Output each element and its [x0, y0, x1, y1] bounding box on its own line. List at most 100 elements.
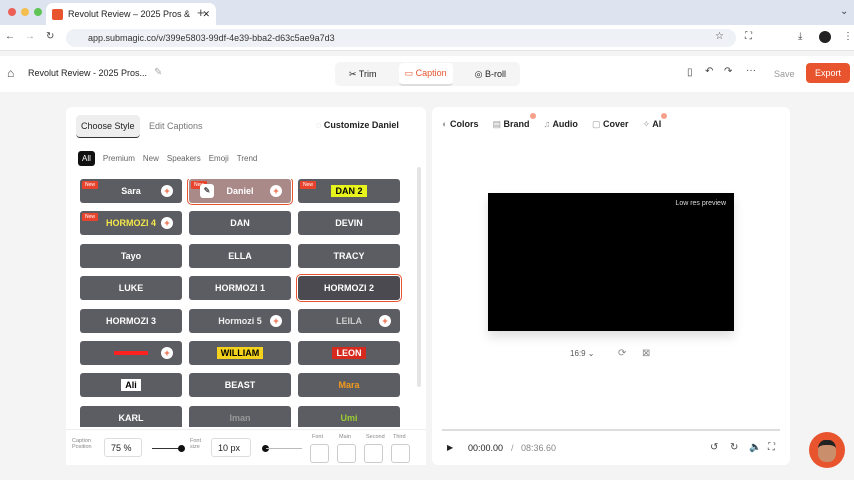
style-card[interactable]: New ✎ Daniel + — [187, 179, 293, 205]
style-card[interactable]: ELLA — [189, 243, 291, 268]
tab-edit-captions[interactable]: Edit Captions — [144, 115, 208, 137]
style-name: Sara — [121, 186, 141, 196]
filter-all[interactable]: All — [78, 151, 95, 166]
style-card[interactable]: LEON — [298, 341, 400, 365]
forward-skip-icon[interactable]: ↻ — [730, 442, 738, 453]
style-card[interactable]: HORMOZI 3 — [80, 308, 182, 333]
style-card[interactable]: BEAST — [189, 373, 291, 398]
tab-ai[interactable]: ✧ AI — [642, 113, 668, 130]
style-card[interactable]: LEILA + — [298, 308, 400, 333]
tab-list-icon[interactable]: ⌄ — [840, 6, 848, 17]
edit-title-icon[interactable]: ✎ — [154, 67, 162, 78]
toggle-icon: ◌ — [316, 120, 322, 130]
style-card[interactable]: DEVIN — [298, 211, 400, 236]
style-name: Mara — [338, 380, 360, 391]
color-swatch[interactable] — [310, 444, 329, 463]
current-time: 00:00.00 — [468, 443, 504, 453]
browser-tab-bar: Revolut Review – 2025 Pros & ✕ + ⌄ — [0, 0, 854, 25]
style-card[interactable]: New DAN 2 — [298, 179, 400, 203]
fullscreen-icon[interactable]: ⛶ — [768, 442, 775, 453]
reload-icon[interactable]: ↻ — [46, 31, 54, 42]
style-card[interactable]: New Sara + — [80, 179, 182, 203]
browser-tab[interactable]: Revolut Review – 2025 Pros & ✕ — [46, 3, 216, 25]
style-card[interactable]: HORMOZI 2 — [296, 274, 402, 303]
redo-icon[interactable]: ↷ — [724, 66, 732, 77]
filter-speakers[interactable]: Speakers — [167, 154, 201, 163]
style-card[interactable]: WILLIAM — [189, 341, 291, 365]
edit-icon[interactable]: ✎ — [200, 184, 214, 198]
style-name: LUKE — [118, 283, 144, 294]
style-card[interactable]: New HORMOZI 4 + — [80, 211, 182, 236]
caption-position-input[interactable]: 75 % — [104, 438, 142, 457]
aspect-ratio-select[interactable]: 16:9 ⌄ — [570, 349, 595, 358]
color-swatch[interactable] — [337, 444, 356, 463]
style-name: Hormozi 5 — [218, 315, 262, 326]
download-icon[interactable]: ⤓ — [798, 31, 802, 42]
style-name: HORMOZI 2 — [323, 283, 374, 294]
forward-icon[interactable]: → — [25, 31, 35, 42]
style-card[interactable]: KARL — [80, 405, 182, 427]
font-size-input[interactable]: 10 px — [211, 438, 251, 457]
color-swatch[interactable] — [391, 444, 410, 463]
rotate-icon[interactable]: ⟳ — [618, 348, 626, 359]
style-card[interactable]: Mara — [298, 373, 400, 398]
style-name: Umi — [340, 412, 358, 423]
slider-handle[interactable] — [178, 445, 185, 452]
tab-brand[interactable]: ▤ Brand — [492, 113, 536, 130]
notification-dot — [529, 113, 536, 119]
tab-broll[interactable]: ◎ B-roll — [469, 64, 512, 85]
url-input[interactable]: app.submagic.co/v/399e5803-99df-4e39-bba… — [66, 29, 736, 47]
font-size-slider[interactable] — [266, 448, 302, 449]
home-icon[interactable]: ⌂ — [7, 66, 14, 80]
save-button[interactable]: Save — [774, 69, 795, 79]
style-name: ELLA — [228, 250, 252, 261]
style-card[interactable]: Tayo — [80, 243, 182, 268]
scrollbar[interactable] — [417, 167, 421, 387]
style-card[interactable]: DAN — [189, 211, 291, 236]
style-card[interactable]: Umi — [298, 405, 400, 427]
tab-choose-style[interactable]: Choose Style — [76, 115, 140, 138]
style-name: Tayo — [120, 250, 142, 261]
profile-avatar[interactable] — [819, 31, 831, 43]
caption-position-slider[interactable] — [152, 448, 180, 449]
video-preview[interactable]: Low res preview — [488, 193, 734, 331]
volume-icon[interactable]: 🔈 — [749, 442, 761, 453]
filter-new[interactable]: New — [143, 154, 159, 163]
book-icon[interactable]: ▯ — [687, 67, 693, 78]
timeline-scrubber[interactable] — [442, 429, 780, 431]
customize-button[interactable]: ◌ Customize Daniel — [316, 120, 399, 130]
style-card[interactable]: Iman — [189, 405, 291, 427]
tab-colors[interactable]: ◐ Colors — [442, 119, 478, 130]
tab-audio[interactable]: ♫ Audio — [544, 119, 578, 130]
new-tab-button[interactable]: + — [197, 5, 205, 20]
extension-icon[interactable]: ⛶ — [745, 31, 752, 42]
filter-emoji[interactable]: Emoji — [209, 154, 229, 163]
back-icon[interactable]: ← — [5, 31, 15, 42]
bookmark-star-icon[interactable]: ☆ — [715, 31, 724, 42]
color-swatch[interactable] — [364, 444, 383, 463]
style-card[interactable]: Hormozi 5 + — [189, 308, 291, 333]
menu-icon[interactable]: ⋮ — [843, 31, 853, 42]
undo-icon[interactable]: ↶ — [705, 66, 713, 77]
style-name: DEVIN — [335, 218, 363, 229]
rewind-icon[interactable]: ↺ — [710, 442, 718, 453]
style-card[interactable]: LUKE — [80, 276, 182, 301]
minimize-window-button[interactable] — [21, 8, 29, 16]
tab-cover[interactable]: ▢ Cover — [592, 119, 629, 130]
export-button[interactable]: Export — [806, 63, 850, 83]
tab-trim[interactable]: ✂ Trim — [343, 64, 383, 85]
more-icon[interactable]: ··· — [746, 65, 756, 76]
swatch-label: Second — [366, 434, 385, 440]
style-card[interactable]: TRACY — [298, 243, 400, 268]
filter-trend[interactable]: Trend — [237, 154, 258, 163]
style-card[interactable]: Ali — [80, 373, 182, 398]
maximize-window-button[interactable] — [34, 8, 42, 16]
crop-icon[interactable]: ⊠ — [642, 348, 650, 359]
close-window-button[interactable] — [8, 8, 16, 16]
tab-caption[interactable]: ▭ Caption — [398, 62, 453, 86]
project-title[interactable]: Revolut Review - 2025 Pros... — [28, 68, 147, 78]
filter-premium[interactable]: Premium — [103, 154, 135, 163]
play-button[interactable]: ▶ — [447, 443, 453, 452]
style-card[interactable]: HORMOZI 1 — [189, 276, 291, 301]
style-card[interactable]: + — [80, 341, 182, 365]
